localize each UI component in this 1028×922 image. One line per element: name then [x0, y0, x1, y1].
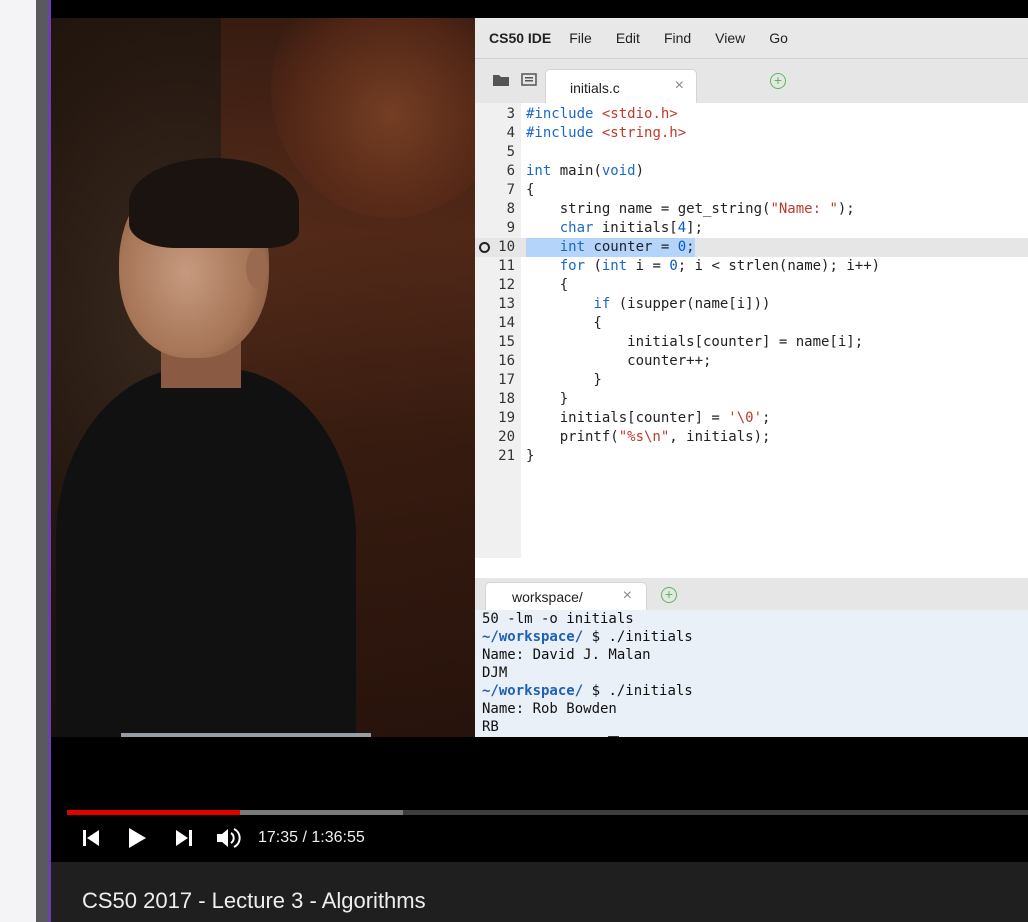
menu-file[interactable]: File — [569, 30, 592, 46]
code-line: 5 — [506, 144, 515, 160]
previous-icon[interactable] — [79, 826, 103, 850]
tab-initials-c[interactable]: initials.c × — [545, 69, 697, 104]
editor-tabbar: initials.c × + — [475, 59, 1028, 104]
tab-label: initials.c — [570, 80, 620, 96]
code-line: 3 #include <stdio.h> — [506, 106, 678, 122]
code-area[interactable]: 3 #include <stdio.h> 4 #include <string.h>… — [475, 105, 1028, 466]
code-line: 11 for (int i = 0; i < strlen(name); i++… — [498, 258, 881, 274]
code-line: 15 initials[counter] = name[i]; — [498, 334, 864, 350]
code-line: 18 } — [498, 391, 569, 407]
terminal-line: Name: Rob Bowden — [482, 701, 617, 717]
code-line-highlighted: 10 int counter = 0; — [475, 238, 1028, 257]
code-line: 8 string name = get_string("Name: "); — [506, 201, 855, 217]
time-display: 17:35 / 1:36:55 — [258, 829, 365, 846]
terminal-line: 50 -lm -o initials — [482, 611, 634, 627]
close-icon[interactable]: × — [675, 77, 684, 95]
video-title-bar: CS50 2017 - Lecture 3 - Algorithms — [51, 862, 1028, 922]
player-controls: 17:35 / 1:36:55 — [51, 818, 1028, 858]
terminal-line: ~/workspace/ $ ./initials — [482, 629, 693, 645]
code-line: 16 counter++; — [498, 353, 712, 369]
next-icon[interactable] — [172, 826, 196, 850]
video-title[interactable]: CS50 2017 - Lecture 3 - Algorithms — [82, 888, 426, 914]
terminal-prompt[interactable]: ~/workspace/ $ — [475, 736, 1028, 737]
code-editor[interactable]: 3 #include <stdio.h> 4 #include <string.h>… — [475, 103, 1028, 558]
video-frame[interactable]: CS50 IDE File Edit Find View Go initials… — [51, 18, 1028, 737]
terminal-line: ~/workspace/ $ ./initials — [482, 683, 693, 699]
tab-label: workspace/ — [512, 589, 583, 605]
menu-edit[interactable]: Edit — [616, 30, 640, 46]
code-line: 21} — [498, 448, 535, 464]
lecture-stage-image — [51, 18, 511, 737]
progress-bar[interactable] — [67, 810, 1028, 815]
tab-workspace[interactable]: workspace/ × — [485, 582, 647, 611]
code-line: 14 { — [498, 315, 602, 331]
menu-view[interactable]: View — [715, 30, 745, 46]
code-line: 19 initials[counter] = '\0'; — [498, 410, 771, 426]
folder-icon[interactable] — [493, 73, 509, 87]
presenter-body — [56, 368, 356, 737]
terminal-tabbar: workspace/ × + — [475, 578, 1028, 611]
code-line: 17 } — [498, 372, 602, 388]
presenter-ear — [246, 248, 268, 288]
video-player[interactable]: CS50 IDE File Edit Find View Go initials… — [51, 0, 1028, 922]
code-line: 7{ — [506, 182, 535, 198]
close-icon[interactable]: × — [623, 587, 632, 605]
code-line: 9 char initials[4]; — [506, 220, 704, 236]
page-left-margin — [0, 0, 36, 922]
code-line: 13 if (isupper(name[i])) — [498, 296, 771, 312]
terminal-line: RB — [482, 719, 499, 735]
page-scroll-gutter — [36, 0, 48, 922]
add-tab-icon[interactable]: + — [770, 73, 786, 89]
code-line: 20 printf("%s\n", initials); — [498, 429, 771, 445]
outline-icon[interactable] — [521, 73, 537, 87]
volume-icon[interactable] — [215, 826, 243, 850]
add-tab-icon[interactable]: + — [661, 587, 677, 603]
terminal-line: Name: David J. Malan — [482, 647, 651, 663]
code-line: 6 int main(void) — [506, 163, 645, 179]
ide-menubar: CS50 IDE File Edit Find View Go — [475, 18, 1028, 59]
terminal[interactable]: 50 -lm -o initials ~/workspace/ $ ./init… — [475, 610, 1028, 737]
ide-brand: CS50 IDE — [489, 30, 552, 46]
terminal-cursor — [608, 736, 620, 737]
menu-find[interactable]: Find — [664, 30, 691, 46]
paper-stack — [121, 733, 371, 737]
progress-played — [67, 810, 240, 815]
terminal-line: DJM — [482, 665, 508, 681]
menu-go[interactable]: Go — [769, 30, 788, 46]
presenter-hair — [129, 158, 299, 248]
code-line: 12 { — [498, 277, 569, 293]
code-line: 4 #include <string.h> — [506, 125, 687, 141]
ide-window: CS50 IDE File Edit Find View Go initials… — [475, 18, 1028, 737]
play-icon[interactable] — [125, 826, 149, 850]
